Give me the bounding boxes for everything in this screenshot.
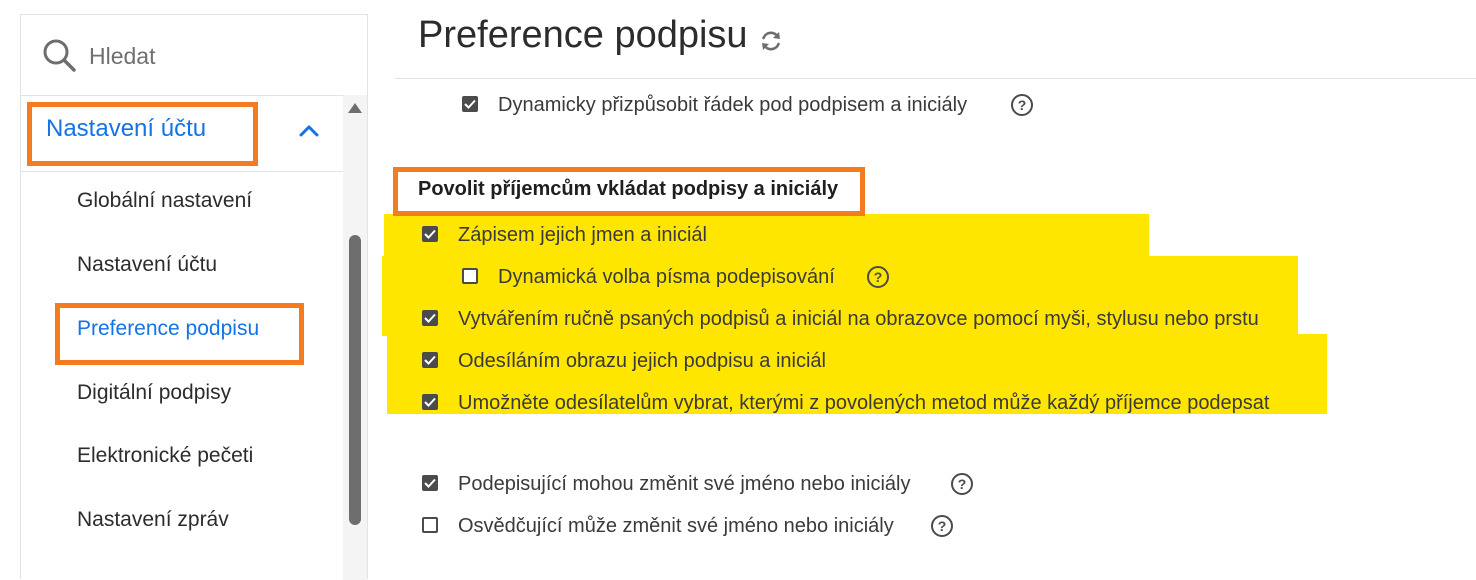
dynamic-line-checkbox[interactable]	[462, 96, 478, 112]
recipient-option-label: Umožněte odesílatelům vybrat, kterými z …	[458, 392, 1270, 414]
recipient-option-label: Vytvářením ručně psaných podpisů a inici…	[458, 308, 1259, 330]
page-title: Preference podpisu	[418, 14, 748, 56]
refresh-icon[interactable]	[758, 28, 784, 54]
annotation-box-section-title	[393, 167, 865, 216]
help-icon[interactable]: ?	[950, 472, 974, 496]
recipient-option-checkbox[interactable]	[462, 268, 478, 284]
recipient-option-checkbox[interactable]	[422, 394, 438, 410]
sidebar-scrollbar[interactable]	[343, 95, 367, 580]
dynamic-line-label: Dynamicky přizpůsobit řádek pod podpisem…	[498, 94, 968, 116]
recipient-option-checkbox[interactable]	[422, 310, 438, 326]
signer-option-checkbox[interactable]	[422, 475, 438, 491]
sidebar-item-digital-signatures[interactable]: Digitální podpisy	[77, 381, 231, 405]
search-box	[21, 15, 367, 96]
signer-option-checkbox[interactable]	[422, 517, 438, 533]
sidebar: Nastavení účtu Globální nastavení Nastav…	[20, 14, 368, 580]
search-icon	[43, 39, 76, 72]
search-input[interactable]	[87, 37, 341, 75]
recipient-option-label: Odesíláním obrazu jejich podpisu a inici…	[458, 350, 826, 372]
annotation-box-active-item	[55, 303, 304, 365]
svg-text:?: ?	[958, 476, 967, 492]
sidebar-item-account-settings[interactable]: Nastavení účtu	[77, 253, 217, 277]
scrollbar-thumb[interactable]	[349, 235, 361, 525]
sidebar-item-message-settings[interactable]: Nastavení zpráv	[77, 508, 229, 532]
scroll-up-arrow-icon[interactable]	[348, 103, 362, 113]
recipient-option-label: Zápisem jejich jmen a iniciál	[458, 224, 707, 246]
chevron-up-icon[interactable]	[298, 122, 320, 138]
recipient-option-checkbox[interactable]	[422, 226, 438, 242]
help-icon[interactable]: ?	[930, 514, 954, 538]
sidebar-item-electronic-seals[interactable]: Elektronické pečeti	[77, 444, 253, 468]
help-icon[interactable]: ?	[866, 265, 890, 289]
signer-option-label: Osvědčující může změnit své jméno nebo i…	[458, 515, 894, 537]
signer-option-label: Podepisující mohou změnit své jméno nebo…	[458, 473, 911, 495]
sidebar-item-global-settings[interactable]: Globální nastavení	[77, 189, 252, 213]
annotation-box-section	[27, 102, 258, 166]
svg-text:?: ?	[1018, 97, 1027, 113]
svg-text:?: ?	[874, 269, 883, 285]
help-icon[interactable]: ?	[1010, 93, 1034, 117]
svg-text:?: ?	[938, 518, 947, 534]
title-divider	[395, 78, 1476, 79]
recipient-option-label: Dynamická volba písma podepisování	[498, 266, 835, 288]
recipient-option-checkbox[interactable]	[422, 352, 438, 368]
